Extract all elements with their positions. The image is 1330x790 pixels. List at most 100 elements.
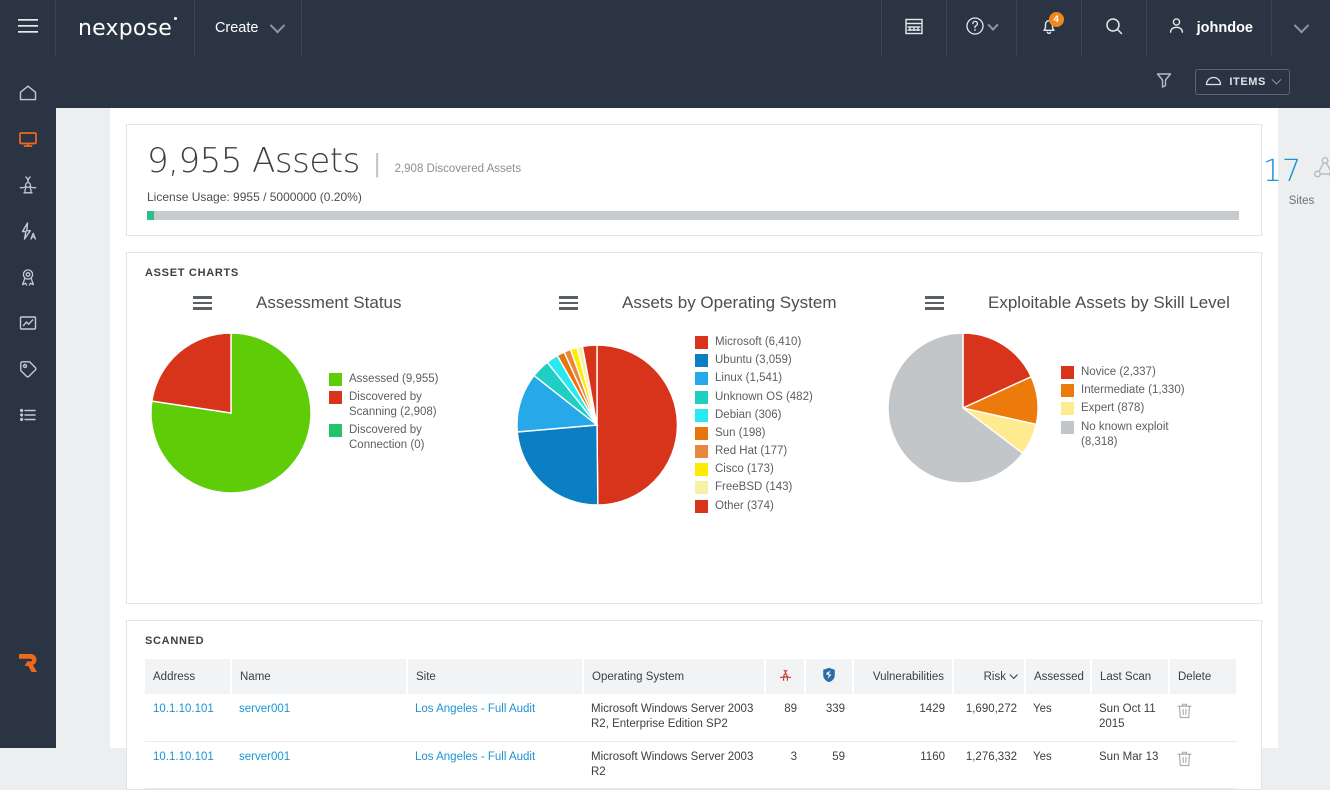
chart-body: Assessed (9,955)Discovered by Scanning (… [145,333,511,493]
chart-legend: Assessed (9,955)Discovered by Scanning (… [317,370,467,457]
column-header-vulnerabilities[interactable]: Vulnerabilities [853,659,953,694]
username-label: johndoe [1197,20,1253,36]
shield-icon [822,674,836,686]
sidebar-item-scan-templates[interactable] [0,256,56,302]
column-header-assessed[interactable]: Assessed [1025,659,1091,694]
user-menu-button[interactable]: johndoe [1147,0,1272,56]
column-header-address[interactable]: Address [145,659,231,694]
sites-network-icon [1310,154,1330,189]
chart-body: Novice (2,337)Intermediate (1,330)Expert… [877,333,1243,483]
legend-label: Unknown OS (482) [715,390,813,405]
table-row[interactable]: 10.1.10.101server001Los Angeles - Full A… [145,741,1237,789]
filter-funnel-icon[interactable] [1155,71,1173,94]
column-label: Risk [984,671,1006,683]
award-ribbon-icon [17,266,39,293]
stat-label: Sites [1239,195,1330,207]
cell-os: Microsoft Windows Server 2003 R2, Enterp… [583,694,765,741]
calendar-icon [904,16,924,41]
legend-item: Ubuntu (3,059) [695,353,813,368]
pie-graphic[interactable] [877,333,1049,483]
logo-dot-icon [174,17,177,20]
app-logo[interactable]: nexpose [56,0,195,56]
cell-delete[interactable] [1169,694,1237,741]
notifications-button[interactable]: 4 [1017,0,1082,56]
table-header-row: AddressName Site Operating System Vulnerabi… [145,659,1237,694]
legend-item: Discovered by Connection (0) [329,423,467,453]
cell-exploits: 59 [805,741,853,789]
cell-site[interactable]: Los Angeles - Full Audit [407,741,583,789]
pie-graphic[interactable] [145,333,317,493]
trash-icon[interactable] [1177,710,1192,722]
column-header-delete[interactable]: Delete [1169,659,1237,694]
cell-site[interactable]: Los Angeles - Full Audit [407,694,583,741]
legend-swatch [695,336,708,349]
items-dropdown-button[interactable]: ITEMS [1195,69,1290,95]
column-header-name[interactable]: Name [231,659,407,694]
pie-graphic[interactable] [511,345,683,505]
items-label: ITEMS [1229,76,1266,88]
column-header-risk[interactable]: Risk [953,659,1025,694]
cell-name[interactable]: server001 [231,741,407,789]
chevron-down-icon [1293,17,1309,33]
list-icon [17,404,39,431]
cell-name[interactable]: server001 [231,694,407,741]
user-menu-chevron-button[interactable] [1272,0,1330,56]
sidebar-item-reports[interactable] [0,302,56,348]
cell-last_scan: Sun Oct 11 2015 [1091,694,1169,741]
sidebar-item-tags[interactable] [0,348,56,394]
chart-menu-icon[interactable] [193,296,212,310]
table-row[interactable]: 10.1.10.101server001Los Angeles - Full A… [145,694,1237,741]
column-label: Site [416,671,436,683]
legend-swatch [1061,421,1074,434]
sidebar-item-home[interactable] [0,72,56,118]
legend-item: Debian (306) [695,408,813,423]
legend-swatch [329,424,342,437]
legend-item: Intermediate (1,330) [1061,383,1199,398]
legend-swatch [695,391,708,404]
column-header-malware[interactable] [765,659,805,694]
column-header-last_scan[interactable]: Last Scan [1091,659,1169,694]
chart-menu-icon[interactable] [559,296,578,310]
column-header-os[interactable]: Operating System [583,659,765,694]
legend-item: Expert (878) [1061,401,1199,416]
legend-label: Sun (198) [715,426,766,441]
cell-delete[interactable] [1169,741,1237,789]
create-menu-button[interactable]: Create [195,0,303,56]
legend-label: Ubuntu (3,059) [715,353,792,368]
help-button[interactable] [947,0,1017,56]
legend-swatch [695,481,708,494]
sidebar-item-policies[interactable] [0,210,56,256]
asset-charts-label: ASSET CHARTS [145,267,1243,279]
stat-value: 17 [1263,154,1301,189]
legend-swatch [1061,366,1074,379]
column-label: Last Scan [1100,671,1151,683]
column-header-exploits[interactable] [805,659,853,694]
cloud-icon [1205,75,1222,90]
column-header-site[interactable]: Site [407,659,583,694]
chart-legend: Novice (2,337)Intermediate (1,330)Expert… [1049,363,1199,453]
left-sidebar [0,56,56,748]
cell-address[interactable]: 10.1.10.101 [145,741,231,789]
legend-swatch [695,463,708,476]
calendar-button[interactable] [882,0,947,56]
column-label: Vulnerabilities [873,671,944,683]
chart-assets-by-operating-system: Assets by Operating SystemMicrosoft (6,4… [511,293,877,517]
sidebar-item-administration[interactable] [0,394,56,440]
legend-label: Red Hat (177) [715,444,787,459]
legend-item: Discovered by Scanning (2,908) [329,390,467,420]
top-navigation-bar: nexpose Create [0,0,1330,56]
chart-menu-icon[interactable] [925,296,944,310]
search-button[interactable] [1082,0,1147,56]
legend-swatch [695,445,708,458]
sidebar-item-vulnerabilities[interactable] [0,164,56,210]
sidebar-item-assets[interactable] [0,118,56,164]
cell-address[interactable]: 10.1.10.101 [145,694,231,741]
menu-toggle-button[interactable] [0,0,56,56]
chart-title: Assets by Operating System [622,293,836,313]
logo-text: nexpose [78,16,172,41]
discovered-assets-label: 2,908 Discovered Assets [395,163,522,175]
stat-sites[interactable]: 17 Sites [1239,154,1330,207]
legend-swatch [695,409,708,422]
lightning-a-icon [17,220,39,247]
trash-icon[interactable] [1177,758,1192,770]
